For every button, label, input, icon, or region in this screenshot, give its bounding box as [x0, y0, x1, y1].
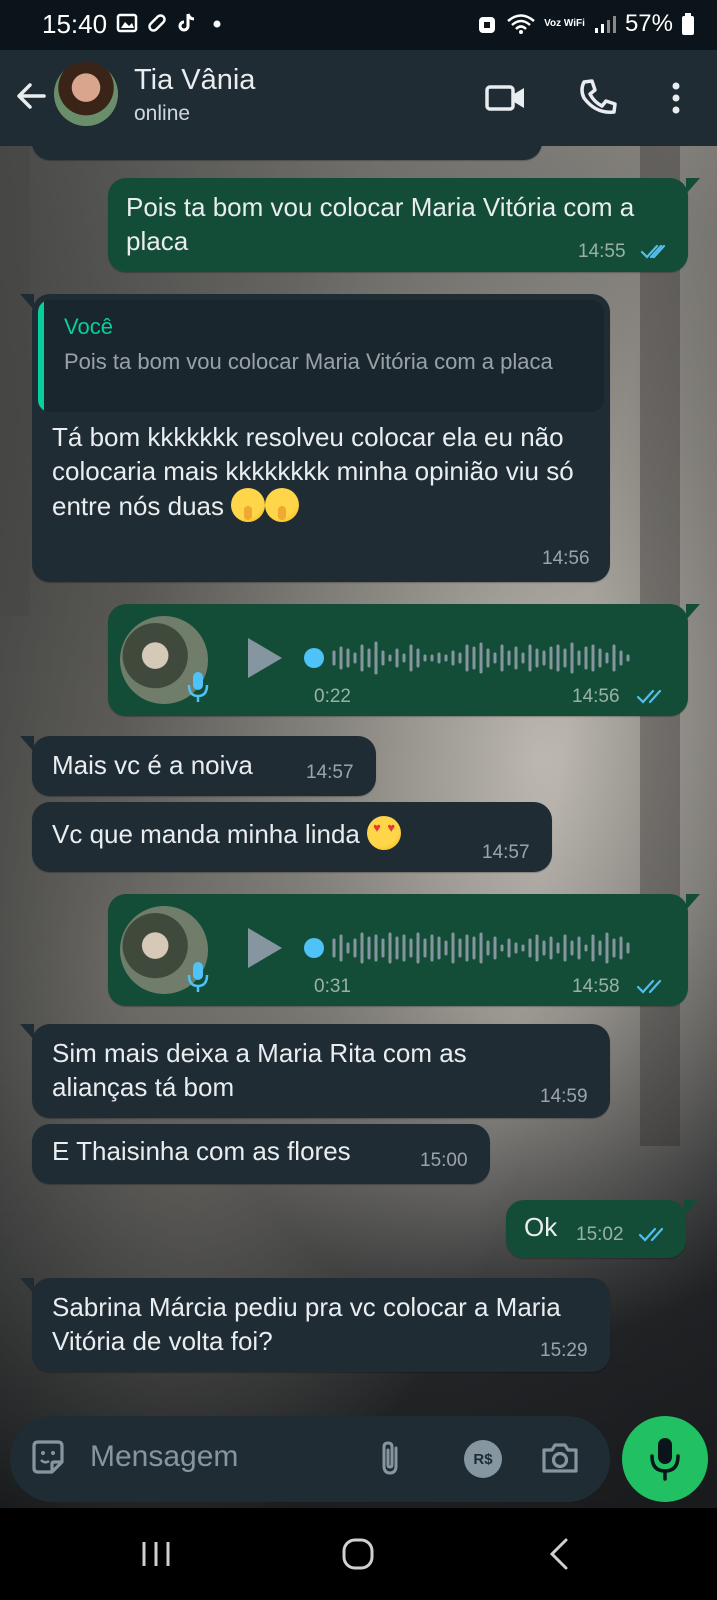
message-text: Sabrina Márcia pediu pra vc colocar a Ma… — [52, 1292, 561, 1356]
more-options-icon[interactable] — [654, 76, 698, 120]
shushing-face-emoji — [231, 488, 266, 522]
wallpaper-stripe — [0, 146, 30, 616]
voice-note-outgoing[interactable]: 0:31 14:58 — [108, 894, 700, 1006]
contact-name[interactable]: Tia Vânia — [134, 64, 255, 97]
composer: Mensagem R$ — [0, 1408, 717, 1508]
battery-percent: 57% — [624, 10, 673, 37]
read-ticks-icon — [636, 689, 662, 704]
microphone-icon — [650, 1438, 680, 1481]
status-bar: 15:40 Voz WiFi 57% — [0, 0, 717, 50]
battery-icon — [682, 13, 694, 35]
message-bubble-incoming[interactable]: Vc que manda minha linda 14:57 — [32, 802, 552, 872]
message-text: Tá bom kkkkkkk resolveu colocar ela eu n… — [52, 422, 574, 521]
signal-icon — [594, 16, 616, 33]
voice-note-duration: 0:22 — [314, 686, 351, 707]
message-time: 14:56 — [542, 548, 590, 569]
message-bubble-incoming[interactable]: Sabrina Márcia pediu pra vc colocar a Ma… — [20, 1278, 610, 1372]
message-text: Vc que manda minha linda — [52, 819, 360, 849]
message-text: Ok — [524, 1212, 558, 1242]
message-time: 14:56 — [572, 686, 620, 707]
status-time: 15:40 — [42, 9, 108, 39]
message-text: Sim mais deixa a Maria Rita com as alian… — [52, 1038, 467, 1102]
waveform-icon[interactable] — [328, 928, 648, 968]
back-arrow-icon[interactable] — [14, 78, 48, 114]
sticker-emoji-icon[interactable] — [28, 1438, 68, 1478]
message-bubble-incoming[interactable]: Mais vc é a noiva 14:57 — [20, 736, 376, 796]
reply-accent-bar — [38, 300, 44, 412]
recent-apps-icon[interactable] — [136, 1534, 176, 1574]
voice-call-icon[interactable] — [576, 76, 620, 120]
voz-wifi-label: Voz WiFi — [544, 19, 585, 29]
message-time: 14:59 — [540, 1086, 588, 1107]
heart-eyes-emoji — [367, 816, 402, 850]
read-ticks-icon — [640, 244, 666, 259]
message-text-wrap: Vc que manda minha linda — [52, 816, 402, 851]
reply-author: Você — [64, 314, 113, 339]
chat-area[interactable]: Pois ta bom vou colocar Maria Vitória co… — [0, 146, 717, 1508]
contact-status: online — [134, 102, 191, 125]
microphone-icon — [187, 672, 209, 702]
camera-icon[interactable] — [540, 1438, 580, 1478]
attach-icon[interactable] — [370, 1438, 410, 1478]
contact-avatar[interactable] — [54, 62, 118, 126]
message-text: E Thaisinha com as flores — [52, 1136, 351, 1166]
gallery-notification-icon — [116, 13, 138, 33]
message-time: 14:55 — [578, 241, 626, 262]
shushing-face-emoji — [265, 488, 300, 522]
message-time: 14:57 — [482, 842, 530, 863]
quoted-reply[interactable]: Você Pois ta bom vou colocar Maria Vitór… — [38, 300, 604, 412]
system-navigation-bar — [0, 1508, 717, 1600]
message-placeholder: Mensagem — [90, 1440, 239, 1473]
message-bubble-outgoing[interactable]: Ok 15:02 — [506, 1200, 698, 1258]
voice-note-outgoing[interactable]: 0:22 14:56 — [108, 604, 700, 716]
alarm-icon — [479, 17, 496, 33]
playback-scrubber[interactable] — [304, 938, 324, 958]
message-time: 15:00 — [420, 1150, 468, 1171]
wifi-icon — [507, 14, 535, 34]
voice-record-button[interactable] — [622, 1416, 708, 1502]
play-icon[interactable] — [248, 638, 282, 678]
read-ticks-icon — [636, 979, 662, 994]
message-bubble-outgoing[interactable]: Pois ta bom vou colocar Maria Vitória co… — [108, 178, 700, 272]
notification-icons — [116, 12, 228, 34]
home-icon[interactable] — [338, 1534, 378, 1574]
waveform-icon[interactable] — [328, 638, 648, 678]
message-time: 14:57 — [306, 762, 354, 783]
message-bubble-incoming[interactable]: E Thaisinha com as flores 15:00 — [32, 1124, 490, 1184]
message-input[interactable]: Mensagem R$ — [10, 1416, 610, 1502]
playback-scrubber[interactable] — [304, 648, 324, 668]
reply-text: Pois ta bom vou colocar Maria Vitória co… — [64, 349, 553, 374]
currency-label: R$ — [473, 1450, 493, 1468]
message-text-wrap: Tá bom kkkkkkk resolveu colocar ela eu n… — [52, 420, 592, 523]
message-bubble-previous[interactable] — [32, 146, 542, 160]
microphone-icon — [187, 962, 209, 992]
message-time: 14:58 — [572, 976, 620, 997]
voz-wifi-text: Voz WiFi — [544, 18, 585, 29]
chat-header: Tia Vânia online — [0, 50, 717, 146]
link-notification-icon — [148, 14, 166, 32]
payment-icon[interactable]: R$ — [464, 1440, 502, 1478]
message-bubble-incoming-reply[interactable]: Você Pois ta bom vou colocar Maria Vitór… — [20, 294, 610, 582]
message-text: Mais vc é a noiva — [52, 750, 253, 780]
video-call-icon[interactable] — [484, 76, 528, 120]
message-bubble-incoming[interactable]: Sim mais deixa a Maria Rita com as alian… — [20, 1024, 610, 1118]
voice-note-duration: 0:31 — [314, 976, 351, 997]
message-time: 15:29 — [540, 1340, 588, 1361]
system-indicators: Voz WiFi 57% — [476, 10, 695, 38]
tiktok-notification-icon — [178, 13, 195, 32]
message-time: 15:02 — [576, 1224, 624, 1245]
nav-back-icon[interactable] — [540, 1534, 580, 1574]
play-icon[interactable] — [248, 928, 282, 968]
dot-icon — [213, 20, 221, 28]
read-ticks-icon — [638, 1227, 664, 1242]
